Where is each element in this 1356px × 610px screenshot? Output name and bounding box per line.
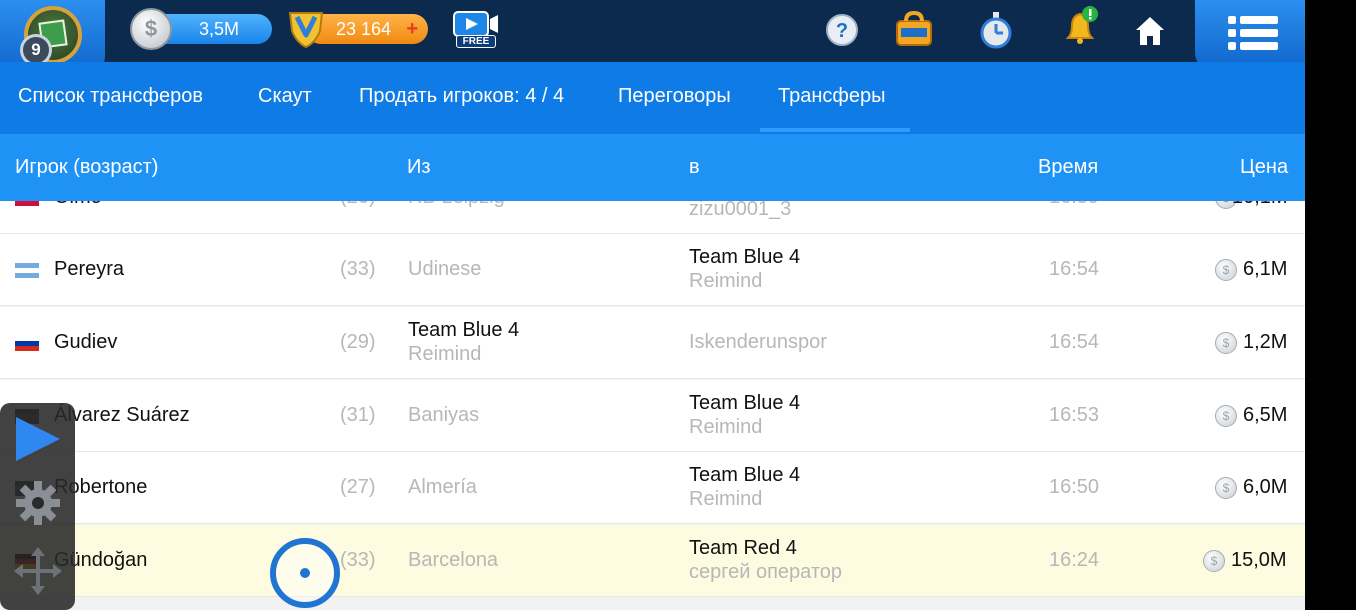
free-video-button[interactable]: FREE [452, 10, 508, 50]
from-club: Team Blue 4 [408, 319, 520, 341]
player-name: Olmo [54, 201, 102, 209]
to-club: Iskenderunspor [689, 331, 827, 353]
home-icon[interactable] [1133, 14, 1167, 48]
menu-icon[interactable] [1228, 16, 1278, 56]
transfer-price: 6,1M [1243, 258, 1288, 280]
transfer-price: 1,2M [1243, 331, 1288, 353]
russia-flag-icon [15, 336, 39, 351]
transfer-time: 16:24 [1049, 549, 1100, 571]
tab-bar: Список трансферов Скаут Продать игроков:… [0, 62, 1305, 134]
player-age: (29) [340, 331, 376, 353]
to-manager: Reimind [689, 416, 763, 438]
osm-shop-icon[interactable] [893, 10, 935, 50]
to-manager: Reimind [689, 488, 763, 510]
transfer-price: 6,0M [1243, 476, 1288, 498]
argentina-flag-icon [15, 263, 39, 278]
header-to[interactable]: в [689, 156, 700, 179]
coin-icon: $ [1215, 405, 1237, 427]
overlay-control-panel [0, 403, 75, 610]
table-row[interactable]: Álvarez Suárez (31) Baniyas Team Blue 4 … [0, 380, 1305, 452]
app-window: 9 3,5M $ 23 164 + FREE ? Список трансфер… [0, 0, 1305, 610]
table-row[interactable]: Robertone (27) Almería Team Blue 4 Reimi… [0, 452, 1305, 524]
from-club: Baniyas [408, 404, 480, 426]
stopwatch-icon[interactable] [976, 10, 1016, 50]
transfer-time: 16:50 [1049, 476, 1100, 498]
coin-icon: $ [1215, 477, 1237, 499]
header-price[interactable]: Цена [1240, 156, 1288, 179]
player-age: (31) [340, 404, 376, 426]
table-row[interactable]: Pereyra (33) Udinese Team Blue 4 Reimind… [0, 234, 1305, 306]
from-club: Udinese [408, 258, 482, 280]
table-header: Игрок (возраст) Из в Время Цена [0, 134, 1305, 201]
gold-shield-icon [288, 12, 324, 49]
transfer-time: 16:59 [1049, 201, 1099, 209]
header-player[interactable]: Игрок (возраст) [15, 156, 158, 179]
settings-gear-icon[interactable] [12, 477, 64, 529]
tab-sell-players[interactable]: Продать игроков: 4 / 4 [359, 85, 564, 108]
to-club: Team Red 4 [689, 537, 797, 559]
flag-icon [15, 201, 39, 206]
player-age: (27) [340, 476, 376, 498]
table-row-highlighted[interactable]: Gündoğan (33) Barcelona Team Red 4 серге… [0, 525, 1305, 597]
transfers-table: Olmo (26) RB Leipzig zizu0001_3 16:59 $ … [0, 201, 1305, 610]
table-row[interactable]: Gudiev (29) Team Blue 4 Reimind Iskender… [0, 307, 1305, 379]
from-manager: Reimind [408, 343, 482, 365]
player-name: Gudiev [54, 331, 118, 353]
tab-scout[interactable]: Скаут [258, 85, 312, 108]
free-label: FREE [456, 35, 496, 48]
from-club: Almería [408, 476, 477, 498]
coin-icon: $ [1203, 550, 1225, 572]
transfer-time: 16:54 [1049, 331, 1100, 353]
transfer-price: 6,5M [1243, 404, 1288, 426]
transfer-time: 16:54 [1049, 258, 1100, 280]
player-age: (33) [340, 258, 376, 280]
active-tab-indicator [760, 128, 910, 132]
player-name: Pereyra [54, 258, 125, 280]
to-club: Team Blue 4 [689, 464, 801, 486]
touch-point [300, 568, 310, 578]
transfer-time: 16:53 [1049, 404, 1100, 426]
video-camera-icon [453, 11, 498, 37]
player-age: (33) [340, 549, 376, 571]
svg-text:?: ? [836, 20, 848, 42]
tab-transfers[interactable]: Трансферы [778, 85, 885, 108]
tab-negotiations[interactable]: Переговоры [618, 85, 731, 108]
player-age: (26) [340, 201, 376, 209]
screen-edge [1305, 0, 1356, 610]
move-arrows-icon[interactable] [12, 545, 64, 597]
transfer-price: 15,0M [1231, 549, 1287, 571]
silver-coin-icon: $ [130, 8, 172, 50]
from-club: RB Leipzig [408, 201, 505, 209]
from-club: Barcelona [408, 549, 499, 571]
coin-icon: $ [1215, 259, 1237, 281]
to-manager: Reimind [689, 270, 763, 292]
to-manager: сергей оператор [689, 561, 843, 583]
header-from[interactable]: Из [407, 156, 431, 179]
header-time[interactable]: Время [1038, 156, 1098, 179]
help-icon[interactable]: ? [822, 10, 862, 50]
touch-target-icon[interactable] [270, 538, 340, 608]
table-row-partial[interactable]: Olmo (26) RB Leipzig zizu0001_3 16:59 $ … [0, 201, 1305, 234]
to-manager: zizu0001_3 [689, 201, 792, 220]
to-club: Team Blue 4 [689, 392, 801, 414]
coin-icon: $ [1215, 332, 1237, 354]
gold-amount: 23 164 [336, 19, 392, 39]
notification-bell-icon[interactable] [1060, 4, 1104, 48]
to-club: Team Blue 4 [689, 246, 801, 268]
play-icon[interactable] [12, 413, 64, 465]
transfer-price: 10,1M [1232, 201, 1288, 209]
add-gold-button[interactable]: + [406, 14, 418, 44]
tab-transfer-list[interactable]: Список трансферов [18, 85, 203, 108]
